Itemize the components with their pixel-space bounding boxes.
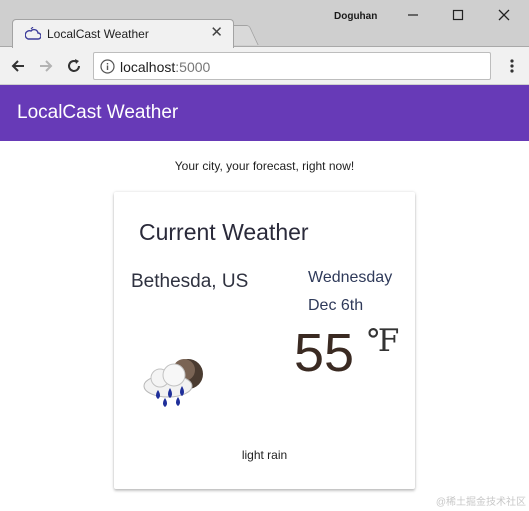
maximize-button[interactable] <box>440 4 476 26</box>
app-title: LocalCast Weather <box>17 102 179 123</box>
temperature-unit: ℉ <box>367 323 400 358</box>
rain-cloud-icon <box>143 359 203 407</box>
more-vertical-icon <box>510 59 514 73</box>
weather-description: light rain <box>241 448 288 462</box>
window-titlebar: LocalCast Weather ✕ Doguhan <box>0 0 529 48</box>
weekday: Wednesday <box>308 269 393 286</box>
url-host: localhost <box>120 59 176 75</box>
tab-close-icon[interactable]: ✕ <box>210 25 223 41</box>
tagline: Your city, your forecast, right now! <box>174 159 355 173</box>
app-toolbar: LocalCast Weather <box>0 85 529 141</box>
reload-icon <box>68 59 80 72</box>
minimize-button[interactable] <box>395 4 431 26</box>
card-title: Current Weather <box>139 219 309 245</box>
info-icon[interactable] <box>100 59 115 74</box>
url-text[interactable]: localhost:5000 <box>120 59 210 75</box>
forward-button[interactable] <box>35 55 57 77</box>
window-user-name: Doguhan <box>334 11 378 22</box>
close-window-button[interactable] <box>486 4 522 26</box>
maximize-icon <box>452 9 464 21</box>
url-port: :5000 <box>175 59 211 75</box>
close-icon <box>498 9 510 21</box>
cloud-favicon-icon <box>25 27 41 40</box>
back-arrow-icon <box>11 60 24 72</box>
date: Dec 6th <box>308 297 364 314</box>
current-weather-card: Current Weather Bethesda, US Wednesday D… <box>114 192 415 489</box>
temperature-value: 55 <box>294 323 355 383</box>
address-bar[interactable]: localhost:5000 <box>93 52 491 80</box>
minimize-icon <box>408 14 418 16</box>
reload-button[interactable] <box>63 55 85 77</box>
back-button[interactable] <box>7 55 29 77</box>
browser-tab[interactable]: LocalCast Weather ✕ <box>12 19 234 48</box>
forward-arrow-icon <box>40 60 53 72</box>
city-name: Bethesda, US <box>131 271 249 292</box>
browser-toolbar: localhost:5000 <box>0 47 529 85</box>
watermark-text: @稀土掘金技术社区 <box>435 497 526 508</box>
browser-menu-button[interactable] <box>501 55 523 77</box>
tab-title: LocalCast Weather <box>47 27 149 41</box>
